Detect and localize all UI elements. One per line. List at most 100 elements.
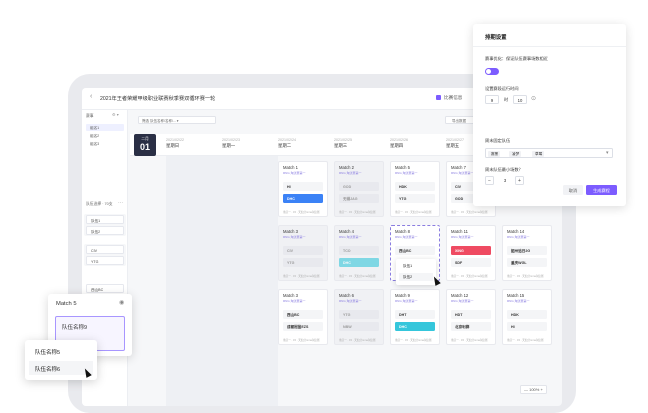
zoom-control[interactable]: — 100% +: [520, 385, 547, 394]
match-card[interactable]: Match 6 RNG 淘汰赛第一 YTG NBW 重庆一 · 15 · 天仙分…: [334, 289, 384, 345]
match-card[interactable]: Match 3 RNG 淘汰赛第一 CIV YTG 重庆一 · 15 · 天仙分…: [278, 225, 328, 281]
match-info-button[interactable]: 比赛信息: [444, 95, 462, 101]
match-card[interactable]: Match 4 RNG 淘汰赛第一 TCO DHC 重庆一 · 15 · 天仙分…: [334, 225, 384, 281]
match-card[interactable]: Match 12 RNG 淘汰赛第一 HDT 北京利群 重庆一 · 15 · 天…: [446, 289, 496, 345]
team-slot[interactable]: DHC: [339, 258, 379, 267]
generate-schedule-button[interactable]: 生成赛程: [586, 185, 617, 195]
team-slot[interactable]: DHC: [395, 322, 435, 331]
match-subtitle: RNG 淘汰赛第一: [283, 235, 306, 239]
team-tag[interactable]: 凌梦: [509, 150, 522, 157]
team-slot[interactable]: YTG: [395, 194, 435, 203]
match-title: Match 9: [395, 293, 410, 298]
match-title: Match 8: [395, 229, 410, 234]
sidebar-heading-teams: 队伍选择 · 70支: [86, 202, 113, 206]
settings-icon[interactable]: ⚙ ▾: [112, 112, 119, 117]
team-name: 队伍名称9: [62, 325, 88, 331]
match-card[interactable]: Match 1 RNG 淘汰赛第一 HI DHC 重庆一 · 15 · 天仙分m…: [278, 161, 328, 217]
match-footer: 重庆一 · 15 · 天仙分mma淘汰赛: [339, 211, 376, 214]
team-slot[interactable]: HDK: [395, 182, 435, 191]
popover-title: Match 5: [56, 301, 77, 307]
team-slot[interactable]: TCO: [339, 246, 379, 255]
team-slot[interactable]: HI: [283, 182, 323, 191]
team-slot[interactable]: DHC: [283, 194, 323, 203]
team-slot[interactable]: DHT: [395, 310, 435, 319]
day-column-header: 2021/02/22 星期日: [166, 138, 216, 149]
time-label: 设置赛段运行时间: [485, 86, 519, 91]
team-slot[interactable]: CIV: [283, 246, 323, 255]
dropdown-option[interactable]: 队伍1: [399, 262, 433, 270]
team-slot[interactable]: 西山BC: [395, 246, 435, 255]
team-slot[interactable]: 无锡JAG: [339, 194, 379, 203]
match-subtitle: RNG 淘汰赛第一: [451, 299, 474, 303]
team-tag[interactable]: 草莓: [532, 150, 545, 157]
team-slot[interactable]: 成都冠盈EZS: [283, 322, 323, 331]
match-card[interactable]: Match 14 RNG 淘汰赛第一 韶州追日2G 重庆WGL 重庆一 · 15…: [502, 225, 552, 281]
match-title: Match 2: [339, 165, 354, 170]
increment-button[interactable]: +: [515, 176, 524, 185]
team-slot[interactable]: 西山BC: [283, 310, 323, 319]
team-pill[interactable]: CIV: [86, 245, 124, 254]
team-slot[interactable]: NBW: [339, 322, 379, 331]
day-date: 2021/02/24: [278, 138, 296, 142]
dropdown-option[interactable]: 队伍2: [399, 273, 433, 281]
team-tag[interactable]: 赛黑: [488, 150, 501, 157]
time-to-input[interactable]: 10: [513, 95, 527, 104]
back-arrow-icon[interactable]: ‹: [90, 93, 92, 100]
match-card[interactable]: Match 9 RNG 淘汰赛第一 DHT DHC 重庆一 · 15 · 天仙分…: [390, 289, 440, 345]
match-subtitle: RNG 淘汰赛第一: [339, 171, 362, 175]
match-footer: 重庆一 · 15 · 天仙分mma淘汰赛: [339, 275, 376, 278]
panel-title: 排期设置: [485, 35, 507, 41]
schedule-settings-panel: 排期设置 赛事优化：保证队伍赛事场数相近 设置赛段运行时间 9 时 10 ⊙ 周…: [473, 24, 626, 206]
eye-icon[interactable]: ◉: [119, 299, 124, 306]
team-pill[interactable]: YTG: [86, 256, 124, 265]
day-column-header: 2021/02/23 星期一: [222, 138, 272, 149]
match-subtitle: RNG 淘汰赛第一: [507, 235, 530, 239]
min-count-label: 周末队伍最小场数？: [485, 167, 523, 172]
team-slot[interactable]: GOD: [339, 182, 379, 191]
match-subtitle: RNG 淘汰赛第一: [395, 235, 418, 239]
match-title: Match 11: [451, 229, 468, 234]
team-dropdown: 队伍1 队伍2: [396, 259, 436, 285]
match-footer: 重庆一 · 15 · 天仙分mma淘汰赛: [395, 211, 432, 214]
time-from-input[interactable]: 9: [485, 95, 499, 104]
more-icon[interactable]: ···: [118, 200, 123, 206]
team-pill[interactable]: 队伍1: [86, 215, 124, 224]
match-card[interactable]: Match 3 RNG 淘汰赛第一 西山BC 成都冠盈EZS 重庆一 · 15 …: [278, 289, 328, 345]
team-pill[interactable]: 队伍2: [86, 226, 124, 235]
team-slot[interactable]: HDT: [451, 310, 491, 319]
team-slot[interactable]: HI: [507, 322, 547, 331]
min-count-value[interactable]: 3: [498, 176, 512, 185]
team-slot[interactable]: HDK: [507, 310, 547, 319]
match-subtitle: RNG 淘汰赛第一: [395, 171, 418, 175]
sidebar-item-group2[interactable]: 组名2: [86, 132, 124, 139]
month-day: 01: [139, 142, 150, 152]
cancel-button[interactable]: 取消: [563, 185, 583, 195]
team-slot[interactable]: XING: [451, 246, 491, 255]
day-date: 2021/02/25: [334, 138, 352, 142]
sidebar-item-group1[interactable]: 组名1: [86, 124, 124, 131]
team-slot[interactable]: YTG: [339, 310, 379, 319]
team-slot[interactable]: 韶州追日2G: [507, 246, 547, 255]
match-title: Match 14: [507, 229, 525, 234]
fixed-teams-label: 周末固定队伍: [485, 138, 511, 143]
match-card[interactable]: Match 5 RNG 淘汰赛第一 HDK YTG 重庆一 · 15 · 天仙分…: [390, 161, 440, 217]
fixed-teams-select[interactable]: 赛黑 凌梦 草莓 ▾: [485, 148, 613, 158]
match-card[interactable]: Match 15 RNG 淘汰赛第一 HDK HI 重庆一 · 15 · 天仙分…: [502, 289, 552, 345]
day-date: 2021/02/22: [166, 138, 184, 142]
match-card[interactable]: Match 11 RNG 淘汰赛第一 XING SDF 重庆一 · 15 · 天…: [446, 225, 496, 281]
team-slot[interactable]: YTG: [283, 258, 323, 267]
team-pill[interactable]: 西山BC: [86, 284, 124, 293]
match-footer: 重庆一 · 15 · 天仙分mma淘汰赛: [507, 275, 544, 278]
match-card[interactable]: Match 2 RNG 淘汰赛第一 GOD 无锡JAG 重庆一 · 15 · 天…: [334, 161, 384, 217]
day-date: 2021/02/23: [222, 138, 240, 142]
drag-item[interactable]: 队伍名称5: [29, 344, 93, 358]
search-filter[interactable]: 筛选 队伍名称/名称/... ▾: [138, 116, 216, 124]
team-slot[interactable]: 重庆WGL: [507, 258, 547, 267]
optimize-toggle[interactable]: [485, 68, 499, 75]
team-slot[interactable]: SDF: [451, 258, 491, 267]
sidebar-item-group3[interactable]: 组名3: [86, 140, 124, 147]
team-slot[interactable]: 北京利群: [451, 322, 491, 331]
match-title: Match 7: [451, 165, 466, 170]
decrement-button[interactable]: −: [485, 176, 494, 185]
day-weekday: 星期二: [278, 143, 292, 148]
